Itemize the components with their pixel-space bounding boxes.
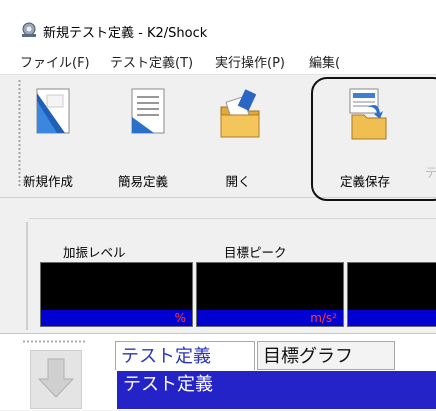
simple-definition-icon	[131, 88, 165, 134]
open-button[interactable]: 開く	[203, 81, 273, 191]
target-peak-unit: m/s²	[197, 310, 343, 326]
side-panel-grip[interactable]	[22, 340, 86, 343]
third-meter-unit	[348, 310, 436, 326]
section-header: テスト定義	[117, 371, 436, 409]
target-peak-label: 目標ピーク	[224, 245, 287, 260]
bottom-tab-strip: テスト定義 目標グラフ	[115, 341, 436, 371]
simple-definition-button[interactable]: 簡易定義	[108, 81, 178, 191]
simple-definition-label: 簡易定義	[117, 174, 168, 189]
tab-target-graph[interactable]: 目標グラフ	[257, 341, 395, 370]
menu-execution[interactable]: 実行操作(P)	[215, 52, 285, 71]
tab-test-definition[interactable]: テスト定義	[115, 341, 255, 370]
app-window: 新規テスト定義 - K2/Shock ファイル(F) テスト定義(T) 実行操作…	[0, 0, 436, 410]
new-button-label: 新規作成	[22, 174, 73, 189]
menu-bar: ファイル(F) テスト定義(T) 実行操作(P) 編集(	[0, 48, 436, 75]
third-meter	[347, 262, 436, 327]
excitation-level-label: 加振レベル	[63, 245, 126, 260]
open-button-label: 開く	[225, 174, 251, 189]
down-arrow-icon	[37, 358, 75, 398]
highlight-callout	[311, 77, 436, 201]
new-button[interactable]: 新規作成	[13, 81, 83, 191]
excitation-level-unit: %	[41, 310, 192, 326]
window-title: 新規テスト定義 - K2/Shock	[43, 26, 208, 41]
side-panel[interactable]	[30, 350, 82, 409]
menu-file[interactable]: ファイル(F)	[20, 52, 90, 71]
target-peak-meter: m/s²	[196, 262, 344, 327]
title-bar: 新規テスト定義 - K2/Shock	[0, 0, 436, 48]
panel-grip	[26, 222, 28, 330]
menu-edit[interactable]: 編集(	[309, 52, 340, 71]
open-folder-icon	[220, 89, 260, 138]
app-icon	[22, 22, 36, 37]
excitation-level-meter: %	[40, 262, 193, 327]
new-document-icon	[36, 88, 70, 134]
menu-test-definition[interactable]: テスト定義(T)	[110, 52, 193, 71]
